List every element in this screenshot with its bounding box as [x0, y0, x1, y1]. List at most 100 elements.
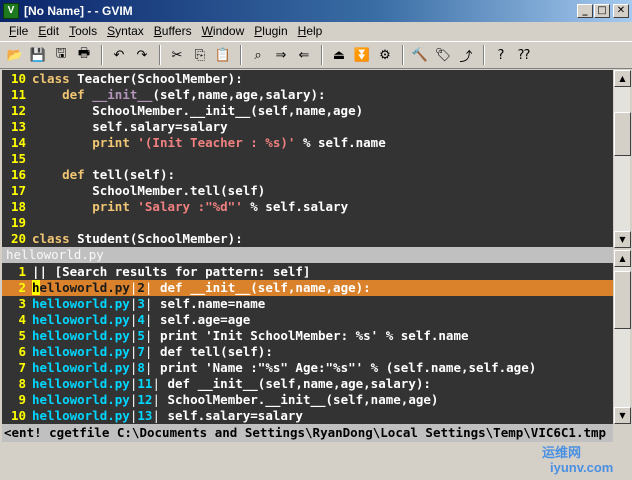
quickfix-lnum: 12 [137, 392, 153, 407]
quickfix-row[interactable]: 5 helloworld.py|5| print 'Init SchoolMemb… [2, 328, 613, 344]
line-number: 15 [10, 151, 26, 166]
find-next-icon[interactable]: ⇒ [270, 44, 292, 66]
save-session-icon[interactable]: ⏬ [351, 44, 373, 66]
load-session-icon[interactable]: ⏏ [328, 44, 350, 66]
scroll-up-icon[interactable]: ▲ [614, 250, 631, 267]
menu-buffers[interactable]: Buffers [149, 22, 197, 41]
copy-icon[interactable]: ⎘ [189, 44, 211, 66]
menu-help[interactable]: Help [293, 22, 328, 41]
code-token: SchoolMember.__init__(self,name,age) [32, 103, 364, 118]
quickfix-filename-rest: elloworld.py [39, 280, 130, 295]
code-token: def [62, 87, 93, 102]
redo-icon[interactable]: ↷ [131, 44, 153, 66]
line-number: 16 [10, 167, 26, 182]
find-help-icon[interactable]: ⁇ [513, 44, 535, 66]
quickfix-text: def tell(self): [152, 344, 273, 359]
code-line[interactable]: 20 class Student(SchoolMember): [2, 231, 613, 247]
line-number: 11 [10, 87, 26, 102]
upper-scroll-thumb[interactable] [614, 112, 631, 156]
open-folder-icon[interactable]: 📂 [4, 44, 26, 66]
code-line[interactable]: 14 print '(Init Teacher : %s)' % self.na… [2, 135, 613, 151]
scroll-down-icon[interactable]: ▼ [614, 231, 631, 248]
menu-accelerator: S [107, 24, 116, 38]
menu-tools[interactable]: Tools [64, 22, 102, 41]
line-number: 7 [18, 360, 26, 375]
help-icon[interactable]: ? [490, 44, 512, 66]
code-line[interactable]: 15 [2, 151, 613, 167]
make-icon[interactable]: 🔨 [409, 44, 431, 66]
code-line[interactable]: 17 SchoolMember.tell(self) [2, 183, 613, 199]
quickfix-row[interactable]: 8 helloworld.py|11| def __init__(self,nam… [2, 376, 613, 392]
line-number: 20 [10, 231, 26, 246]
cut-icon[interactable]: ✂ [166, 44, 188, 66]
upper-status-line[interactable]: helloworld.py [2, 247, 613, 263]
menu-label: lugin [262, 24, 288, 38]
quickfix-filename: helloworld.py [32, 392, 130, 407]
code-line[interactable]: 13 self.salary=salary [2, 119, 613, 135]
menu-label: indow [212, 24, 245, 38]
undo-icon[interactable]: ↶ [108, 44, 130, 66]
editor-area[interactable]: helloworld.py <ent! cgetfile C:\Document… [2, 70, 613, 442]
code-line[interactable]: 16 def tell(self): [2, 167, 613, 183]
menu-bar: File Edit Tools Syntax Buffers Window Plugin He… [0, 22, 632, 41]
code-line[interactable]: 11 def __init__(self,name,age,salary): [2, 87, 613, 103]
quickfix-filename: helloworld.py [32, 376, 130, 391]
find-replace-icon[interactable]: ⌕ [247, 44, 269, 66]
quickfix-lnum: 8 [137, 360, 145, 375]
line-number: 1 [18, 264, 26, 279]
code-token: '(Init Teacher : %s)' [137, 135, 296, 150]
quickfix-row[interactable]: 9 helloworld.py|12| SchoolMember.__init__… [2, 392, 613, 408]
minimize-button[interactable]: _ [577, 4, 593, 18]
menu-syntax[interactable]: Syntax [102, 22, 149, 41]
maximize-button[interactable]: □ [594, 4, 610, 18]
code-token: 'Salary :"%d"' [137, 199, 243, 214]
lower-scrollbar[interactable]: ▲ ▼ [613, 250, 631, 424]
vim-icon[interactable]: V [3, 3, 19, 19]
run-script-icon[interactable]: ⚙ [374, 44, 396, 66]
separator: | [152, 408, 160, 423]
code-line[interactable]: 10 class Teacher(SchoolMember): [2, 71, 613, 87]
menu-accelerator: W [201, 24, 213, 38]
line-number: 2 [18, 280, 26, 295]
find-prev-icon[interactable]: ⇐ [293, 44, 315, 66]
code-token: __init__ [92, 87, 153, 102]
quickfix-text: self.age=age [152, 312, 251, 327]
code-line[interactable]: 12 SchoolMember.__init__(self,name,age) [2, 103, 613, 119]
quickfix-lnum: 7 [137, 344, 145, 359]
quickfix-filename: helloworld.py [32, 312, 130, 327]
menu-file[interactable]: File [4, 22, 33, 41]
quickfix-row[interactable]: 2 helloworld.py|2| def __init__(self,name… [2, 280, 613, 296]
code-line[interactable]: 18 print 'Salary :"%d"' % self.salary [2, 199, 613, 215]
window-title: [No Name] - - GVIM [24, 4, 133, 18]
toolbar-separator [159, 45, 161, 65]
jump-tag-icon[interactable]: ⤴ [455, 44, 477, 66]
code-line[interactable]: 19 [2, 215, 613, 231]
menu-edit[interactable]: Edit [33, 22, 64, 41]
scroll-up-icon[interactable]: ▲ [614, 70, 631, 87]
line-number: 10 [10, 408, 26, 423]
build-tags-icon[interactable]: 🏷 [432, 44, 454, 66]
scroll-down-icon[interactable]: ▼ [614, 407, 631, 424]
line-number: 10 [10, 71, 26, 86]
upper-scrollbar[interactable]: ▲ ▼ [613, 70, 631, 248]
quickfix-row[interactable]: 1 || [Search results for pattern: self] [2, 264, 613, 280]
quickfix-row[interactable]: 7 helloworld.py|8| print 'Name :"%s" Age:… [2, 360, 613, 376]
code-token: % self.salary [242, 199, 349, 214]
print-icon[interactable]: 🖶 [73, 44, 95, 66]
code-token: Student(SchoolMember): [77, 231, 243, 246]
separator: | [152, 376, 160, 391]
menu-plugin[interactable]: Plugin [249, 22, 292, 41]
quickfix-row[interactable]: 6 helloworld.py|7| def tell(self): [2, 344, 613, 360]
line-number: 19 [10, 215, 26, 230]
close-button[interactable]: ✕ [613, 4, 629, 18]
lower-scroll-thumb[interactable] [614, 271, 631, 330]
text-cursor: h [32, 280, 40, 295]
menu-window[interactable]: Window [197, 22, 250, 41]
quickfix-row[interactable]: 10 helloworld.py|13| self.salary=salary [2, 408, 613, 424]
save-all-icon[interactable]: 🖫 [50, 44, 72, 66]
quickfix-row[interactable]: 3 helloworld.py|3| self.name=name [2, 296, 613, 312]
save-icon[interactable]: 💾 [27, 44, 49, 66]
quickfix-row[interactable]: 4 helloworld.py|4| self.age=age [2, 312, 613, 328]
paste-icon[interactable]: 📋 [212, 44, 234, 66]
